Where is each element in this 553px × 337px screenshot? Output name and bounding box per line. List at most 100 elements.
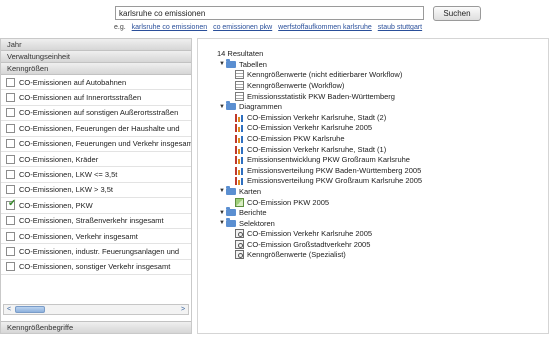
bar-chart-icon: [235, 145, 244, 154]
result-item-label: CO-Emission Großstadtverkehr 2005: [247, 239, 371, 249]
result-item-label: Emissionsverteilung PKW Großraum Karlsru…: [247, 176, 423, 186]
result-item-label: Emissionsverteilung PKW Baden-Württember…: [247, 165, 422, 175]
facet-header-jahr[interactable]: Jahr: [1, 39, 191, 51]
result-item[interactable]: Kenngrößenwerte (nicht editierbarer Work…: [219, 70, 544, 81]
result-item[interactable]: CO-Emission PKW Karlsruhe: [219, 133, 544, 144]
checkbox[interactable]: [6, 246, 15, 256]
result-item[interactable]: CO-Emission Verkehr Karlsruhe, Stadt (2): [219, 112, 544, 123]
suggestion-link[interactable]: werfstoffaufkommen karlsruhe: [278, 24, 372, 31]
facet-item[interactable]: CO-Emissionen auf Innerortsstraßen: [1, 90, 191, 106]
result-item-label: CO-Emission Verkehr Karlsruhe 2005: [247, 229, 373, 239]
result-group[interactable]: ▼ Berichte: [219, 207, 544, 218]
result-item[interactable]: Kenngrößenwerte (Spezialist): [219, 250, 544, 261]
facet-panel: Jahr Verwaltungseinheit Kenngrößen CO-Em…: [0, 38, 192, 334]
result-group[interactable]: ▼ Selektoren: [219, 217, 544, 229]
facet-item[interactable]: ✔ CO-Emissionen, PKW: [1, 198, 191, 214]
result-item[interactable]: CO-Emission PKW 2005: [219, 197, 544, 208]
result-item[interactable]: CO-Emission Verkehr Karlsruhe 2005: [219, 229, 544, 240]
facet-item[interactable]: CO-Emissionen, LKW <= 3,5t: [1, 167, 191, 183]
result-item-label: CO-Emission Verkehr Karlsruhe, Stadt (1): [247, 144, 387, 154]
table-icon: [235, 91, 244, 101]
suggestion-link[interactable]: staub stuttgart: [378, 24, 422, 31]
suggestion-link[interactable]: co emissionen pkw: [213, 24, 272, 31]
result-group-label: Berichte: [239, 208, 267, 218]
facet-item-label: CO-Emissionen auf Innerortsstraßen: [19, 93, 142, 103]
bar-chart-icon: [235, 113, 244, 122]
facet-item[interactable]: CO-Emissionen, Verkehr insgesamt: [1, 229, 191, 245]
result-item[interactable]: CO-Emission Großstadtverkehr 2005: [219, 239, 544, 250]
expand-triangle-icon[interactable]: ▼: [219, 187, 226, 195]
result-group-label: Diagrammen: [239, 102, 282, 112]
checkbox[interactable]: [6, 139, 15, 149]
facet-item[interactable]: CO-Emissionen, Feuerungen der Haushalte …: [1, 121, 191, 137]
result-item[interactable]: Emissionsverteilung PKW Baden-Württember…: [219, 165, 544, 176]
facet-item[interactable]: CO-Emissionen, industr. Feuerungsanlagen…: [1, 244, 191, 260]
facet-item[interactable]: CO-Emissionen, Straßenverkehr insgesamt: [1, 214, 191, 229]
facet-header-verwaltungseinheit[interactable]: Verwaltungseinheit: [1, 51, 191, 63]
checkbox[interactable]: [6, 77, 15, 87]
result-item[interactable]: Emissionsentwicklung PKW Großraum Karlsr…: [219, 154, 544, 165]
facet-item[interactable]: CO-Emissionen auf Autobahnen: [1, 75, 191, 91]
result-item[interactable]: Emissionsverteilung PKW Großraum Karlsru…: [219, 176, 544, 187]
search-input[interactable]: [115, 6, 424, 20]
search-button[interactable]: Suchen: [433, 6, 481, 21]
facet-item[interactable]: CO-Emissionen, sonstiger Verkehr insgesa…: [1, 260, 191, 276]
facet-item[interactable]: CO-Emissionen, Kräder: [1, 152, 191, 168]
facet-item-label: CO-Emissionen, industr. Feuerungsanlagen…: [19, 246, 180, 256]
bar-chart-icon: [235, 134, 244, 143]
result-item[interactable]: Kenngrößenwerte (Workflow): [219, 80, 544, 91]
result-item-label: Kenngrößenwerte (Spezialist): [247, 250, 346, 260]
map-icon: [235, 197, 244, 207]
facet-item[interactable]: CO-Emissionen, Feuerungen und Verkehr in…: [1, 137, 191, 152]
checkbox[interactable]: [6, 231, 15, 241]
facet-item-label: CO-Emissionen, Feuerungen der Haushalte …: [19, 123, 180, 133]
facet-item-label: CO-Emissionen, LKW <= 3,5t: [19, 170, 118, 180]
folder-icon: [226, 101, 236, 111]
result-group-label: Selektoren: [239, 218, 275, 228]
suggestion-link[interactable]: karlsruhe co emissionen: [132, 24, 207, 31]
selector-icon: [235, 250, 244, 260]
facet-item-label: CO-Emissionen, PKW: [19, 200, 93, 210]
checkbox[interactable]: [6, 93, 15, 103]
checkbox[interactable]: [6, 185, 15, 195]
checkbox[interactable]: [6, 154, 15, 164]
facet-item[interactable]: CO-Emissionen auf sonstigen Außerortsstr…: [1, 106, 191, 122]
result-item-label: Emissionsstatistik PKW Baden-Württemberg: [247, 91, 395, 101]
facet-header-kenngroessen[interactable]: Kenngrößen: [1, 63, 191, 75]
checkbox[interactable]: [6, 108, 15, 118]
result-item[interactable]: CO-Emission Verkehr Karlsruhe, Stadt (1): [219, 144, 544, 155]
checkbox[interactable]: [6, 123, 15, 133]
folder-icon: [226, 58, 236, 68]
folder-icon: [226, 217, 236, 227]
result-group[interactable]: ▼ Tabellen: [219, 58, 544, 70]
result-group-label: Tabellen: [239, 59, 267, 69]
bar-chart-icon: [235, 155, 244, 165]
checkbox[interactable]: [6, 170, 15, 180]
folder-icon: [226, 207, 236, 217]
horizontal-scrollbar[interactable]: < >: [3, 304, 189, 315]
result-item-label: CO-Emission PKW Karlsruhe: [247, 133, 345, 143]
table-icon: [235, 80, 244, 90]
facet-item-label: CO-Emissionen, Kräder: [19, 154, 99, 164]
facet-item-label: CO-Emissionen, Feuerungen und Verkehr in…: [19, 139, 191, 149]
bar-chart-icon: [235, 166, 244, 175]
result-item[interactable]: Emissionsstatistik PKW Baden-Württemberg: [219, 91, 544, 102]
bar-chart-icon: [235, 176, 244, 186]
checkbox[interactable]: [6, 262, 15, 272]
expand-triangle-icon[interactable]: ▼: [219, 219, 226, 227]
expand-triangle-icon[interactable]: ▼: [219, 209, 226, 217]
facet-item[interactable]: CO-Emissionen, LKW > 3,5t: [1, 183, 191, 199]
expand-triangle-icon[interactable]: ▼: [219, 60, 226, 68]
selector-icon: [235, 239, 244, 249]
search-suggestions: e.g. karlsruhe co emissionen co emission…: [114, 23, 534, 32]
result-group[interactable]: ▼ Diagrammen: [219, 101, 544, 112]
checkbox[interactable]: ✔: [6, 198, 16, 210]
scroll-right-arrow-icon[interactable]: >: [178, 305, 188, 314]
expand-triangle-icon[interactable]: ▼: [219, 103, 226, 111]
checkbox[interactable]: [6, 216, 15, 226]
result-group[interactable]: ▼ Karten: [219, 185, 544, 197]
facet-header-kenngroessenbegriffe[interactable]: Kenngrößenbegriffe: [1, 321, 191, 333]
scrollbar-thumb[interactable]: [15, 306, 45, 313]
result-item[interactable]: CO-Emission Verkehr Karlsruhe 2005: [219, 123, 544, 134]
scroll-left-arrow-icon[interactable]: <: [4, 305, 14, 314]
